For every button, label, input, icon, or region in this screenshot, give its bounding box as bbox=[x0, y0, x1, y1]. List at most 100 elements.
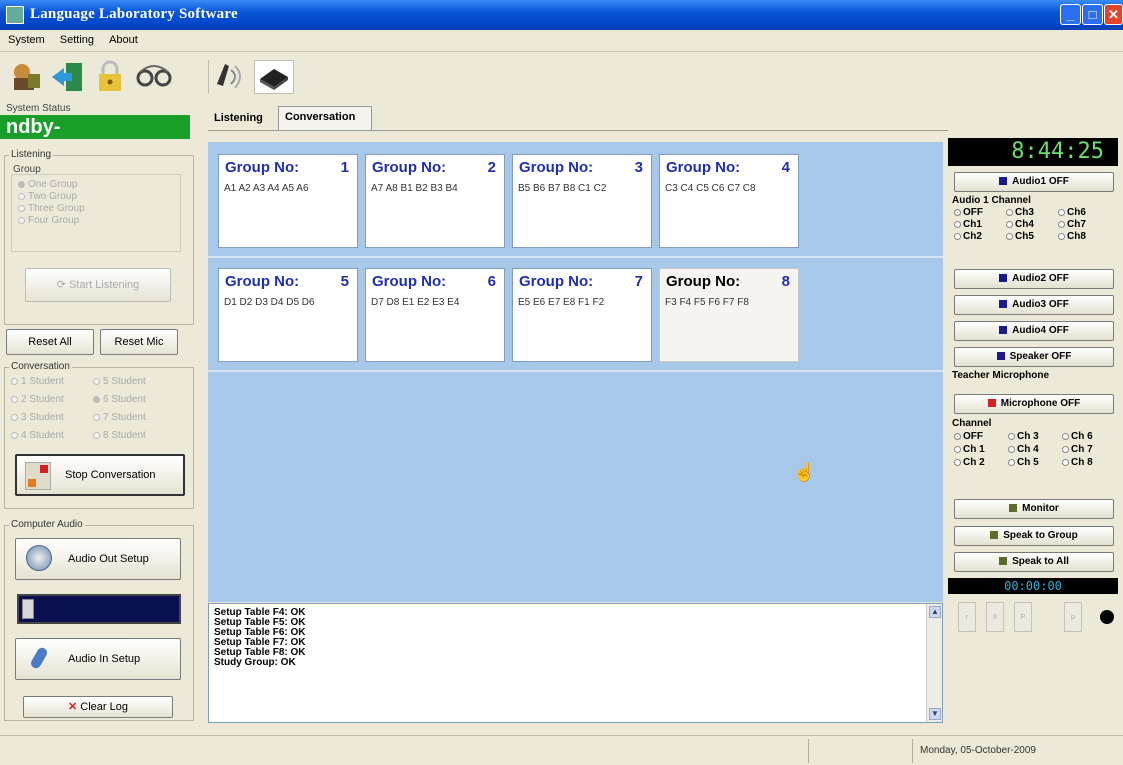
status-date: Monday, 05-October-2009 bbox=[920, 745, 1036, 756]
record-icon[interactable] bbox=[1100, 610, 1114, 624]
radio-2-student[interactable]: 2 Student bbox=[11, 394, 64, 405]
reset-mic-button[interactable]: Reset Mic bbox=[100, 329, 178, 355]
tab-divider bbox=[208, 130, 948, 131]
pause-button[interactable]: II bbox=[986, 602, 1004, 632]
monitor-button[interactable]: Monitor bbox=[954, 499, 1114, 519]
a1-radio-ch2[interactable]: Ch2 bbox=[954, 231, 982, 242]
exit-icon[interactable] bbox=[50, 60, 86, 94]
start-listening-icon: ⟳ bbox=[56, 279, 69, 291]
clear-log-button[interactable]: ✕ Clear Log bbox=[23, 696, 173, 718]
group-card-8[interactable]: Group No: 8 F3 F4 F5 F6 F7 F8 bbox=[659, 268, 799, 362]
listening-label: Listening bbox=[9, 149, 54, 160]
minimize-button[interactable]: _ bbox=[1060, 4, 1081, 25]
group-card-5[interactable]: Group No: 5 D1 D2 D3 D4 D5 D6 bbox=[218, 268, 358, 362]
group-card-3[interactable]: Group No: 3 B5 B6 B7 B8 C1 C2 bbox=[512, 154, 652, 248]
rewind-button[interactable]: r bbox=[958, 602, 976, 632]
radio-3-student[interactable]: 3 Student bbox=[11, 412, 64, 423]
play-button[interactable]: P bbox=[1014, 602, 1032, 632]
audio-out-setup-button[interactable]: Audio Out Setup bbox=[15, 538, 181, 580]
a1-radio-ch7[interactable]: Ch7 bbox=[1058, 219, 1086, 230]
audio-in-setup-button[interactable]: Audio In Setup bbox=[15, 638, 181, 680]
radio-two-group[interactable]: Two Group bbox=[18, 191, 77, 202]
scroll-up-icon[interactable]: ▲ bbox=[929, 606, 941, 618]
a1-radio-ch6[interactable]: Ch6 bbox=[1058, 207, 1086, 218]
ch-radio-off[interactable]: OFF bbox=[954, 431, 983, 442]
speak-to-group-button[interactable]: Speak to Group bbox=[954, 526, 1114, 546]
group-card-1[interactable]: Group No: 1 A1 A2 A3 A4 A5 A6 bbox=[218, 154, 358, 248]
start-listening-button[interactable]: ⟳ Start Listening bbox=[25, 268, 171, 302]
a1-radio-ch4[interactable]: Ch4 bbox=[1006, 219, 1034, 230]
radio-6-student[interactable]: 6 Student bbox=[93, 394, 146, 405]
ch-radio-3[interactable]: Ch 3 bbox=[1008, 431, 1039, 442]
audio2-button[interactable]: Audio2 OFF bbox=[954, 269, 1114, 289]
audio4-button[interactable]: Audio4 OFF bbox=[954, 321, 1114, 341]
radio-one-group[interactable]: One Group bbox=[18, 179, 77, 190]
audio3-button[interactable]: Audio3 OFF bbox=[954, 295, 1114, 315]
a1-radio-off[interactable]: OFF bbox=[954, 207, 983, 218]
headset-icon[interactable] bbox=[134, 60, 176, 94]
ch-radio-5[interactable]: Ch 5 bbox=[1008, 457, 1039, 468]
ch-radio-2[interactable]: Ch 2 bbox=[954, 457, 985, 468]
ch-radio-1[interactable]: Ch 1 bbox=[954, 444, 985, 455]
speaker-icon bbox=[26, 545, 52, 571]
a1-radio-ch1[interactable]: Ch1 bbox=[954, 219, 982, 230]
ch-radio-8[interactable]: Ch 8 bbox=[1062, 457, 1093, 468]
group-number: 8 bbox=[781, 273, 790, 290]
ch-radio-6[interactable]: Ch 6 bbox=[1062, 431, 1093, 442]
row-separator bbox=[208, 370, 943, 372]
microphone-button[interactable]: Microphone OFF bbox=[954, 394, 1114, 414]
radio-4-student[interactable]: 4 Student bbox=[11, 430, 64, 441]
audio-level-slider[interactable] bbox=[17, 594, 181, 624]
tab-conversation[interactable]: Conversation bbox=[278, 106, 372, 130]
group-card-6[interactable]: Group No: 6 D7 D8 E1 E2 E3 E4 bbox=[365, 268, 505, 362]
a1-radio-ch3[interactable]: Ch3 bbox=[1006, 207, 1034, 218]
ch-radio-7[interactable]: Ch 7 bbox=[1062, 444, 1093, 455]
forward-button[interactable]: p bbox=[1064, 602, 1082, 632]
computer-audio-label: Computer Audio bbox=[9, 519, 85, 530]
radio-four-group[interactable]: Four Group bbox=[18, 215, 79, 226]
recording-timer: 00:00:00 bbox=[948, 578, 1118, 594]
maximize-button[interactable]: □ bbox=[1082, 4, 1103, 25]
close-button[interactable]: ✕ bbox=[1104, 4, 1123, 25]
teacher-mic-label: Teacher Microphone bbox=[952, 370, 1050, 381]
audio1-channel-label: Audio 1 Channel bbox=[952, 195, 1031, 206]
status-separator bbox=[912, 739, 913, 763]
group-card-4[interactable]: Group No: 4 C3 C4 C5 C6 C7 C8 bbox=[659, 154, 799, 248]
group-number: 3 bbox=[634, 159, 643, 176]
speak-to-all-button[interactable]: Speak to All bbox=[954, 552, 1114, 572]
menu-about[interactable]: About bbox=[101, 30, 142, 46]
radio-8-student[interactable]: 8 Student bbox=[93, 430, 146, 441]
group-members: C3 C4 C5 C6 C7 C8 bbox=[665, 183, 756, 194]
teacher-icon[interactable] bbox=[8, 60, 44, 94]
scroll-down-icon[interactable]: ▼ bbox=[929, 708, 941, 720]
radio-7-student[interactable]: 7 Student bbox=[93, 412, 146, 423]
menu-system[interactable]: System bbox=[0, 30, 49, 46]
group-card-2[interactable]: Group No: 2 A7 A8 B1 B2 B3 B4 bbox=[365, 154, 505, 248]
radio-1-student[interactable]: 1 Student bbox=[11, 376, 64, 387]
ch-radio-4[interactable]: Ch 4 bbox=[1008, 444, 1039, 455]
a1-radio-ch5[interactable]: Ch5 bbox=[1006, 231, 1034, 242]
group-card-7[interactable]: Group No: 7 E5 E6 E7 E8 F1 F2 bbox=[512, 268, 652, 362]
a1-radio-ch8[interactable]: Ch8 bbox=[1058, 231, 1086, 242]
speaker-tool-icon[interactable] bbox=[208, 60, 244, 94]
device-icon[interactable] bbox=[254, 60, 294, 94]
stop-conversation-icon bbox=[25, 462, 51, 490]
status-bar: Monday, 05-October-2009 bbox=[0, 735, 1123, 765]
lock-icon[interactable] bbox=[92, 60, 128, 94]
title-bar: Language Laboratory Software _ □ ✕ bbox=[0, 0, 1123, 30]
menu-setting[interactable]: Setting bbox=[52, 30, 98, 46]
group-title: Group No: bbox=[372, 273, 447, 290]
radio-three-group[interactable]: Three Group bbox=[18, 203, 85, 214]
slider-handle[interactable] bbox=[22, 599, 34, 619]
tab-listening[interactable]: Listening bbox=[208, 108, 278, 130]
stop-conversation-button[interactable]: Stop Conversation bbox=[15, 454, 185, 496]
group-number: 1 bbox=[340, 159, 349, 176]
group-number: 2 bbox=[487, 159, 496, 176]
reset-all-button[interactable]: Reset All bbox=[6, 329, 94, 355]
log-box[interactable]: Setup Table F4: OK Setup Table F5: OK Se… bbox=[208, 603, 943, 723]
audio1-button[interactable]: Audio1 OFF bbox=[954, 172, 1114, 192]
log-scrollbar[interactable]: ▲ ▼ bbox=[926, 604, 942, 722]
speaker-button[interactable]: Speaker OFF bbox=[954, 347, 1114, 367]
radio-5-student[interactable]: 5 Student bbox=[93, 376, 146, 387]
toolbar bbox=[0, 52, 1123, 102]
